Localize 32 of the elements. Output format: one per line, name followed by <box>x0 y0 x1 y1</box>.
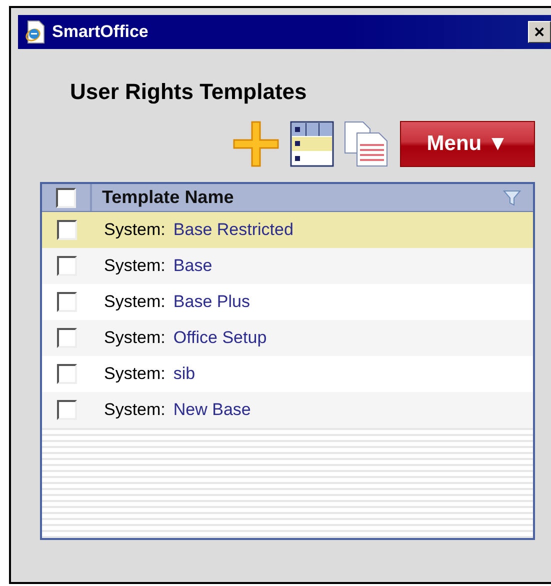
template-name: Base Plus <box>173 291 250 314</box>
page-heading: User Rights Templates <box>70 78 308 106</box>
close-button[interactable]: ✕ <box>528 21 551 43</box>
template-name: Base Restricted <box>173 219 294 242</box>
column-header[interactable]: Template Name <box>92 184 234 211</box>
template-name: sib <box>173 363 196 386</box>
table-row[interactable]: System: Office Setup <box>42 320 533 356</box>
filter-icon[interactable] <box>503 188 521 206</box>
template-name: New Base <box>173 399 251 422</box>
template-name: Base <box>173 255 212 278</box>
template-prefix: System: <box>103 291 166 314</box>
template-prefix: System: <box>103 255 166 278</box>
window-title: SmartOffice <box>52 21 148 44</box>
template-prefix: System: <box>103 219 166 242</box>
copy-documents-icon[interactable] <box>344 121 390 167</box>
table-row[interactable]: System: Base Restricted <box>42 212 533 248</box>
template-name: Office Setup <box>173 327 267 350</box>
menu-button[interactable]: Menu ▼ <box>400 121 535 167</box>
select-all-checkbox[interactable] <box>56 188 76 208</box>
template-prefix: System: <box>103 399 166 422</box>
row-checkbox[interactable] <box>57 400 77 420</box>
row-checkbox[interactable] <box>57 292 77 312</box>
row-checkbox[interactable] <box>57 220 77 240</box>
template-prefix: System: <box>103 327 166 350</box>
row-checkbox[interactable] <box>57 256 77 276</box>
table-row[interactable]: System: Base <box>42 248 533 284</box>
row-checkbox[interactable] <box>57 328 77 348</box>
row-checkbox[interactable] <box>57 364 77 384</box>
table-list-icon[interactable] <box>290 121 334 167</box>
table-row[interactable]: System: New Base <box>42 392 533 428</box>
browser-page-icon <box>24 20 46 44</box>
template-prefix: System: <box>103 363 166 386</box>
